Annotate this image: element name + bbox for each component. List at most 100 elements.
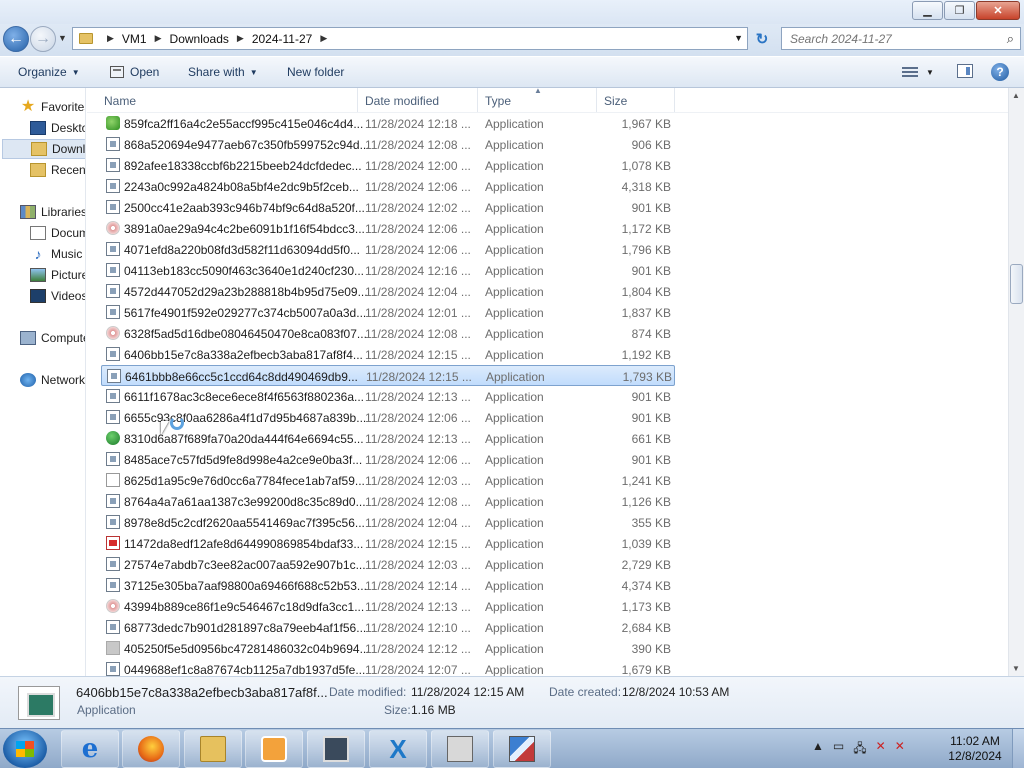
taskbar-media-player[interactable]	[245, 730, 303, 768]
nav-computer[interactable]: Computer	[20, 328, 85, 348]
new-folder-button[interactable]: New folder	[287, 65, 344, 79]
chevron-right-icon[interactable]: ▶	[155, 33, 162, 44]
file-row[interactable]: 868a520694e9477aeb67c350fb599752c94d... 1…	[101, 134, 675, 155]
file-row[interactable]: 68773dedc7b901d281897c8a79eeb4af1f56... 1…	[101, 617, 675, 638]
power-icon[interactable]: ✕	[895, 739, 905, 760]
column-header-type[interactable]: Type	[485, 94, 511, 108]
vertical-scrollbar[interactable]: ▲ ▼	[1008, 88, 1024, 676]
column-divider[interactable]	[357, 88, 358, 112]
chevron-right-icon[interactable]: ▶	[237, 33, 244, 44]
search-box[interactable]: ⌕	[781, 27, 1021, 50]
file-row[interactable]: 6611f1678ac3c8ece6ece8f4f6563f880236a...…	[101, 386, 675, 407]
file-row[interactable]: 6655c93c8f0aa6286a4f1d7d95b4687a839b... 1…	[101, 407, 675, 428]
nav-music[interactable]: ♪ Music	[30, 244, 85, 264]
back-button[interactable]: ←	[3, 26, 29, 52]
file-row[interactable]: 8978e8d5c2cdf2620aa5541469ac7f395c56... 1…	[101, 512, 675, 533]
taskbar-disk-utility[interactable]	[431, 730, 489, 768]
file-row[interactable]: 6406bb15e7c8a338a2efbecb3aba817af8f4... 1…	[101, 344, 675, 365]
show-desktop-button[interactable]	[1012, 729, 1024, 768]
breadcrumb-date-folder[interactable]: 2024-11-27	[252, 32, 313, 46]
file-row[interactable]: 37125e305ba7aaf98800a69466f688c52b53... 1…	[101, 575, 675, 596]
file-row[interactable]: 892afee18338ccbf6b2215beeb24dcfdedec... 1…	[101, 155, 675, 176]
file-row[interactable]: 4572d447052d29a23b288818b4b95d75e09... 11…	[101, 281, 675, 302]
tools-icon	[509, 736, 535, 762]
file-row[interactable]: 0449688ef1c8a87674cb1125a7db1937d5fe... 1…	[101, 659, 675, 676]
search-input[interactable]	[790, 31, 990, 46]
file-date-modified: 11/28/2024 12:13 ...	[365, 390, 471, 404]
restore-icon[interactable]: ❐	[944, 1, 975, 20]
organize-button[interactable]: Organize ▼	[18, 65, 80, 79]
show-hidden-icons-icon[interactable]: ▲	[812, 739, 824, 760]
nav-videos[interactable]: Videos	[30, 286, 85, 306]
file-row[interactable]: 43994b889ce86f1e9c546467c18d9dfa3cc1... 1…	[101, 596, 675, 617]
share-with-button[interactable]: Share with ▼	[188, 65, 258, 79]
breadcrumb-vm1[interactable]: VM1	[122, 32, 147, 46]
network-status-icon[interactable]: 🖧	[853, 739, 866, 760]
column-divider[interactable]	[674, 88, 675, 112]
file-row[interactable]: 8625d1a95c9e76d0cc6a7784fece1ab7af59... 1…	[101, 470, 675, 491]
column-divider[interactable]	[477, 88, 478, 112]
recent-pages-dropdown[interactable]: ▼	[58, 33, 67, 43]
file-date-modified: 11/28/2024 12:13 ...	[365, 600, 471, 614]
chevron-right-icon[interactable]: ▶	[320, 33, 327, 44]
breadcrumb-downloads[interactable]: Downloads	[170, 32, 229, 46]
file-row[interactable]: 4071efd8a220b08fd3d582f11d63094dd5f0... 1…	[101, 239, 675, 260]
file-size: 901 KB	[631, 390, 671, 404]
file-row[interactable]: 8485ace7c57fd5d9fe8d998e4a2ce9e0ba3f... 1…	[101, 449, 675, 470]
file-row[interactable]: 2243a0c992a4824b08a5bf4e2dc9b5f2ceb... 11…	[101, 176, 675, 197]
taskbar-file-explorer[interactable]	[184, 730, 242, 768]
column-header-name[interactable]: Name	[104, 94, 136, 108]
nav-recent-places[interactable]: Recent Places	[30, 160, 85, 180]
file-row[interactable]: 11472da8edf12afe8d644990869854bdaf33... 1…	[101, 533, 675, 554]
scroll-up-icon[interactable]: ▲	[1012, 91, 1020, 100]
file-row[interactable]: 8310d6a87f689fa70a20da444f64e6694c55... 1…	[101, 428, 675, 449]
chevron-down-icon[interactable]: ▼	[926, 68, 934, 77]
file-row[interactable]: 859fca2ff16a4c2e55accf995c415e046c4d4...…	[101, 113, 675, 134]
file-name: 6328f5ad5d16dbe08046450470e8ca083f07...	[124, 327, 367, 341]
file-row[interactable]: 6328f5ad5d16dbe08046450470e8ca083f07... 1…	[101, 323, 675, 344]
scroll-down-icon[interactable]: ▼	[1012, 664, 1020, 673]
nav-network[interactable]: Network	[20, 370, 85, 390]
close-icon[interactable]: ✕	[976, 1, 1020, 20]
taskbar-firefox[interactable]	[122, 730, 180, 768]
taskbar-remote-desktop[interactable]	[307, 730, 365, 768]
file-row[interactable]: 5617fe4901f592e029277c374cb5007a0a3d... 1…	[101, 302, 675, 323]
taskbar-x-app[interactable]: X	[369, 730, 427, 768]
nav-favorites[interactable]: ★ Favorites	[20, 97, 85, 117]
file-name: 6461bbb8e66cc5c1ccd64c8dd490469db9...	[125, 370, 358, 384]
file-row[interactable]: 3891a0ae29a94c4c2be6091b1f16f54bdcc3... 1…	[101, 218, 675, 239]
column-divider[interactable]	[596, 88, 597, 112]
taskbar-internet-explorer[interactable]: e	[61, 730, 119, 768]
preview-pane-icon[interactable]	[957, 64, 973, 78]
volume-muted-icon[interactable]: ✕	[876, 739, 886, 760]
column-header-date-modified[interactable]: Date modified	[365, 94, 439, 108]
action-center-icon[interactable]: ▭	[833, 739, 844, 760]
nav-libraries[interactable]: Libraries	[20, 202, 85, 222]
file-row[interactable]: 405250f5e5d0956bc47281486032c04b9694... 1…	[101, 638, 675, 659]
file-row[interactable]: 27574e7abdb7c3ee82ac007aa592e907b1c... 11…	[101, 554, 675, 575]
address-bar[interactable]: ▶ VM1 ▶ Downloads ▶ 2024-11-27 ▶ ▼	[72, 27, 748, 50]
nav-desktop[interactable]: Desktop	[30, 118, 85, 138]
chevron-down-icon[interactable]: ▼	[734, 33, 743, 43]
file-row[interactable]: 04113eb183cc5090f463c3640e1d240cf230... 1…	[101, 260, 675, 281]
start-button[interactable]	[3, 730, 47, 768]
open-button[interactable]: Open	[110, 65, 159, 79]
taskbar-tools-app[interactable]	[493, 730, 551, 768]
change-view-icon[interactable]	[902, 66, 918, 78]
clock[interactable]: 11:02 AM 12/8/2024	[940, 734, 1010, 764]
file-row[interactable]: 8764a4a7a61aa1387c3e99200d8c35c89d0... 11…	[101, 491, 675, 512]
forward-button[interactable]: →	[30, 26, 56, 52]
chevron-right-icon[interactable]: ▶	[107, 33, 114, 44]
minimize-icon[interactable]: ▁	[912, 1, 943, 20]
search-icon[interactable]: ⌕	[1007, 31, 1014, 47]
nav-downloads[interactable]: Downloads	[2, 139, 85, 159]
scrollbar-thumb[interactable]	[1010, 264, 1023, 304]
refresh-icon[interactable]: ↻	[752, 30, 772, 50]
nav-pictures[interactable]: Pictures	[30, 265, 85, 285]
nav-documents[interactable]: Documents	[30, 223, 85, 243]
chevron-down-icon: ▼	[249, 67, 258, 77]
column-header-size[interactable]: Size	[604, 94, 627, 108]
help-icon[interactable]: ?	[991, 63, 1009, 81]
file-row[interactable]: 6461bbb8e66cc5c1ccd64c8dd490469db9... 11/…	[101, 365, 675, 386]
file-row[interactable]: 2500cc41e2aab393c946b74bf9c64d8a520f... 1…	[101, 197, 675, 218]
